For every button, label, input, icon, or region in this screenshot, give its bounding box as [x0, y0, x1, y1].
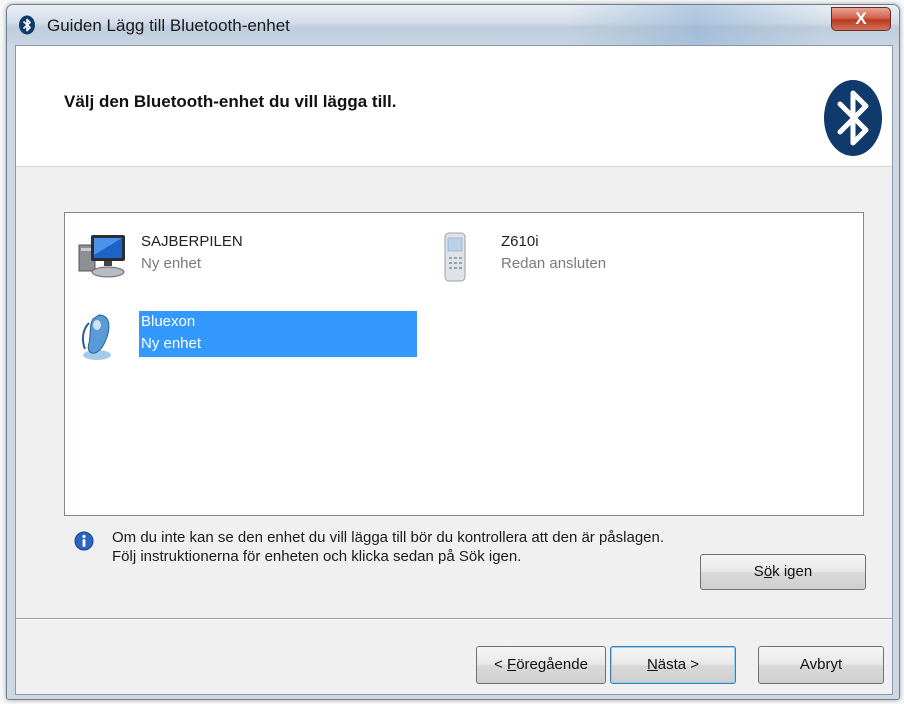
device-name: SAJBERPILEN: [141, 233, 243, 250]
device-name: Z610i: [501, 233, 539, 250]
button-label: <: [494, 656, 508, 673]
wizard-content: Välj den Bluetooth-enhet du vill lägga t…: [15, 45, 893, 695]
device-status: Ny enhet: [141, 335, 202, 352]
title-bar-glare: [567, 5, 827, 45]
device-status: Redan ansluten: [501, 255, 607, 272]
close-button[interactable]: X: [831, 7, 891, 31]
back-button[interactable]: < Föregående: [476, 646, 606, 684]
button-label: ästa >: [657, 656, 700, 673]
access-key: N: [646, 656, 658, 673]
device-status: Ny enhet: [141, 255, 202, 272]
cancel-button[interactable]: Avbryt: [758, 646, 884, 684]
device-name: Bluexon: [141, 313, 196, 330]
next-button[interactable]: Nästa >: [610, 646, 736, 684]
button-label: k igen: [772, 563, 813, 580]
window-title: Guiden Lägg till Bluetooth-enhet: [47, 16, 290, 35]
title-bar[interactable]: Guiden Lägg till Bluetooth-enhet X: [7, 5, 899, 45]
device-item-z610i[interactable]: Z610i Redan ansluten: [437, 231, 777, 282]
info-message: Om du inte kan se den enhet du vill lägg…: [112, 529, 665, 565]
access-key: ö: [763, 563, 773, 580]
access-key: F: [507, 656, 517, 673]
bluetooth-icon: [19, 15, 35, 35]
footer-separator: [16, 618, 892, 620]
bluetooth-logo-icon: [824, 80, 882, 156]
device-list[interactable]: SAJBERPILEN Ny enhet Z610i Redan anslute…: [64, 212, 864, 516]
phone-icon: [444, 232, 466, 282]
button-label: öregående: [516, 656, 588, 673]
info-icon: [74, 531, 94, 551]
bluetooth-headset-icon: [81, 314, 111, 360]
page-title: Välj den Bluetooth-enhet du vill lägga t…: [64, 92, 397, 111]
computer-icon: [78, 235, 125, 278]
search-again-button[interactable]: Sök igen: [700, 554, 866, 590]
device-item-sajberpilen[interactable]: SAJBERPILEN Ny enhet: [77, 231, 417, 281]
button-label: S: [753, 563, 764, 580]
device-item-bluexon[interactable]: Bluexon Ny enhet: [77, 311, 417, 361]
wizard-header: Välj den Bluetooth-enhet du vill lägga t…: [16, 46, 892, 167]
wizard-window: Guiden Lägg till Bluetooth-enhet X Välj …: [6, 4, 900, 700]
